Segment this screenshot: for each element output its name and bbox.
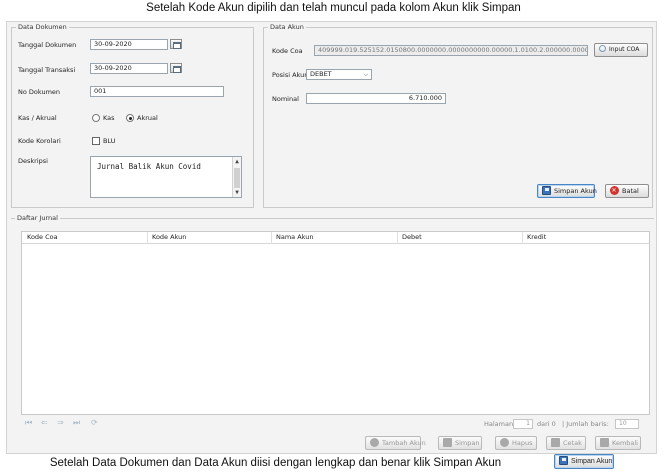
deskripsi-label: Deskripsi [18,157,48,165]
halaman-spinner[interactable]: 1 [513,419,533,429]
kode-coa-label: Kode Coa [272,47,303,55]
caption-simpan-akun-button: Simpan Akun [554,454,614,469]
simpan-label: Simpan [455,439,480,447]
tanggal-dokumen-label: Tanggal Dokumen [18,41,77,49]
akrual-radio[interactable] [126,114,134,122]
first-page-icon[interactable]: ⏮ [25,418,32,428]
next-page-icon[interactable]: ⇒ [57,418,64,427]
back-icon [600,437,609,447]
posisi-akun-value: DEBET [310,70,332,78]
col-divider [397,232,398,244]
nominal-label: Nominal [272,95,299,103]
search-icon [599,45,606,52]
tanggal-transaksi-label: Tanggal Transaksi [18,66,76,74]
cancel-icon [610,185,619,197]
refresh-icon[interactable]: ⟳ [91,418,98,427]
input-coa-label: Input COA [609,46,640,53]
delete-icon [500,437,509,447]
floppy-icon [559,455,568,465]
jurnal-table: Kode Coa Kode Akun Nama Akun Debet Kredi… [21,231,650,415]
pager-bar: ⏮ ⇐ ⇒ ⏭ ⟳ Halaman 1 dari 0 | Jumlah bari… [21,418,650,430]
col-kode-akun[interactable]: Kode Akun [152,233,186,242]
jurnal-table-header: Kode Coa Kode Akun Nama Akun Debet Kredi… [22,232,649,244]
kas-radio-label: Kas [103,114,115,122]
hapus-button[interactable]: Hapus [495,436,537,450]
data-akun-legend: Data Akun [268,23,306,32]
floppy-icon [542,185,551,195]
simpan-akun-button[interactable]: Simpan Akun [537,184,597,198]
akrual-radio-label: Akrual [137,114,158,122]
simpan-button[interactable]: Simpan [438,436,482,450]
kode-coa-input[interactable]: 409999.019.525152.0150800.0000000.000000… [314,45,588,56]
col-kode-coa[interactable]: Kode Coa [27,233,58,242]
tambah-akun-label: Tambah Akun [382,439,426,447]
col-nama-akun[interactable]: Nama Akun [276,233,313,242]
scroll-up-icon[interactable]: ▲ [233,157,241,166]
batal-label: Batal [622,187,639,195]
printer-icon [551,437,560,447]
no-dokumen-label: No Dokumen [18,88,61,96]
kas-akrual-label: Kas / Akrual [18,114,57,122]
caption-simpan-akun-label: Simpan Akun [571,458,613,465]
simpan-akun-label: Simpan Akun [554,187,597,195]
tanggal-transaksi-input[interactable]: 30-09-2020 [90,63,168,74]
tanggal-dokumen-input[interactable]: 30-09-2020 [90,39,168,50]
dari-text: dari 0 [537,420,556,428]
hapus-label: Hapus [512,439,533,447]
kembali-button[interactable]: Kembali [595,436,641,450]
scroll-thumb[interactable] [234,168,240,188]
kas-radio[interactable] [92,114,100,122]
jumlah-baris-select[interactable]: 10 [615,419,639,429]
blu-checkbox-label: BLU [103,137,116,145]
no-dokumen-input[interactable]: 001 [90,86,224,97]
jumlah-baris-label: | Jumlah baris: [562,420,609,428]
blu-checkbox[interactable] [92,137,100,145]
last-page-icon[interactable]: ⏭ [73,418,80,428]
data-dokumen-group: Data Dokumen Tanggal Dokumen 30-09-2020 … [11,23,254,208]
cetak-button[interactable]: Cetak [546,436,586,450]
calendar-icon[interactable] [170,63,182,73]
cetak-label: Cetak [563,439,582,447]
kode-korolari-label: Kode Korolari [18,137,61,145]
calendar-icon[interactable] [170,39,182,49]
prev-page-icon[interactable]: ⇐ [41,418,48,427]
col-divider [522,232,523,244]
daftar-jurnal-legend: Daftar Jurnal [15,214,60,223]
floppy-icon [443,437,452,447]
col-divider [147,232,148,244]
deskripsi-scrollbar[interactable]: ▲ ▼ [232,157,241,197]
input-coa-button[interactable]: Input COA [594,43,648,57]
tambah-akun-button[interactable]: Tambah Akun [365,436,426,450]
halaman-label: Halaman [484,420,514,428]
posisi-akun-label: Posisi Akun [272,71,309,79]
data-dokumen-legend: Data Dokumen [16,23,69,32]
deskripsi-textarea[interactable]: Jurnal Balik Akun Covid ▲ ▼ [90,156,242,198]
posisi-akun-select[interactable]: DEBET ⌵ [306,69,372,80]
col-divider [271,232,272,244]
deskripsi-text: Jurnal Balik Akun Covid [97,162,201,171]
col-kredit[interactable]: Kredit [527,233,546,242]
col-debet[interactable]: Debet [402,233,422,242]
plus-icon [370,437,379,447]
app-window: Data Dokumen Tanggal Dokumen 30-09-2020 … [6,21,657,454]
chevron-down-icon: ⌵ [363,71,368,78]
kembali-label: Kembali [612,439,638,447]
batal-button[interactable]: Batal [605,184,649,198]
scroll-down-icon[interactable]: ▼ [233,188,241,197]
nominal-input[interactable]: 6.710.000 [306,93,446,104]
data-akun-group: Data Akun Kode Coa 409999.019.525152.015… [263,23,653,208]
bottom-caption: Setelah Data Dokumen dan Data Akun diisi… [49,457,502,469]
top-caption: Setelah Kode Akun dipilih dan telah munc… [146,2,521,14]
